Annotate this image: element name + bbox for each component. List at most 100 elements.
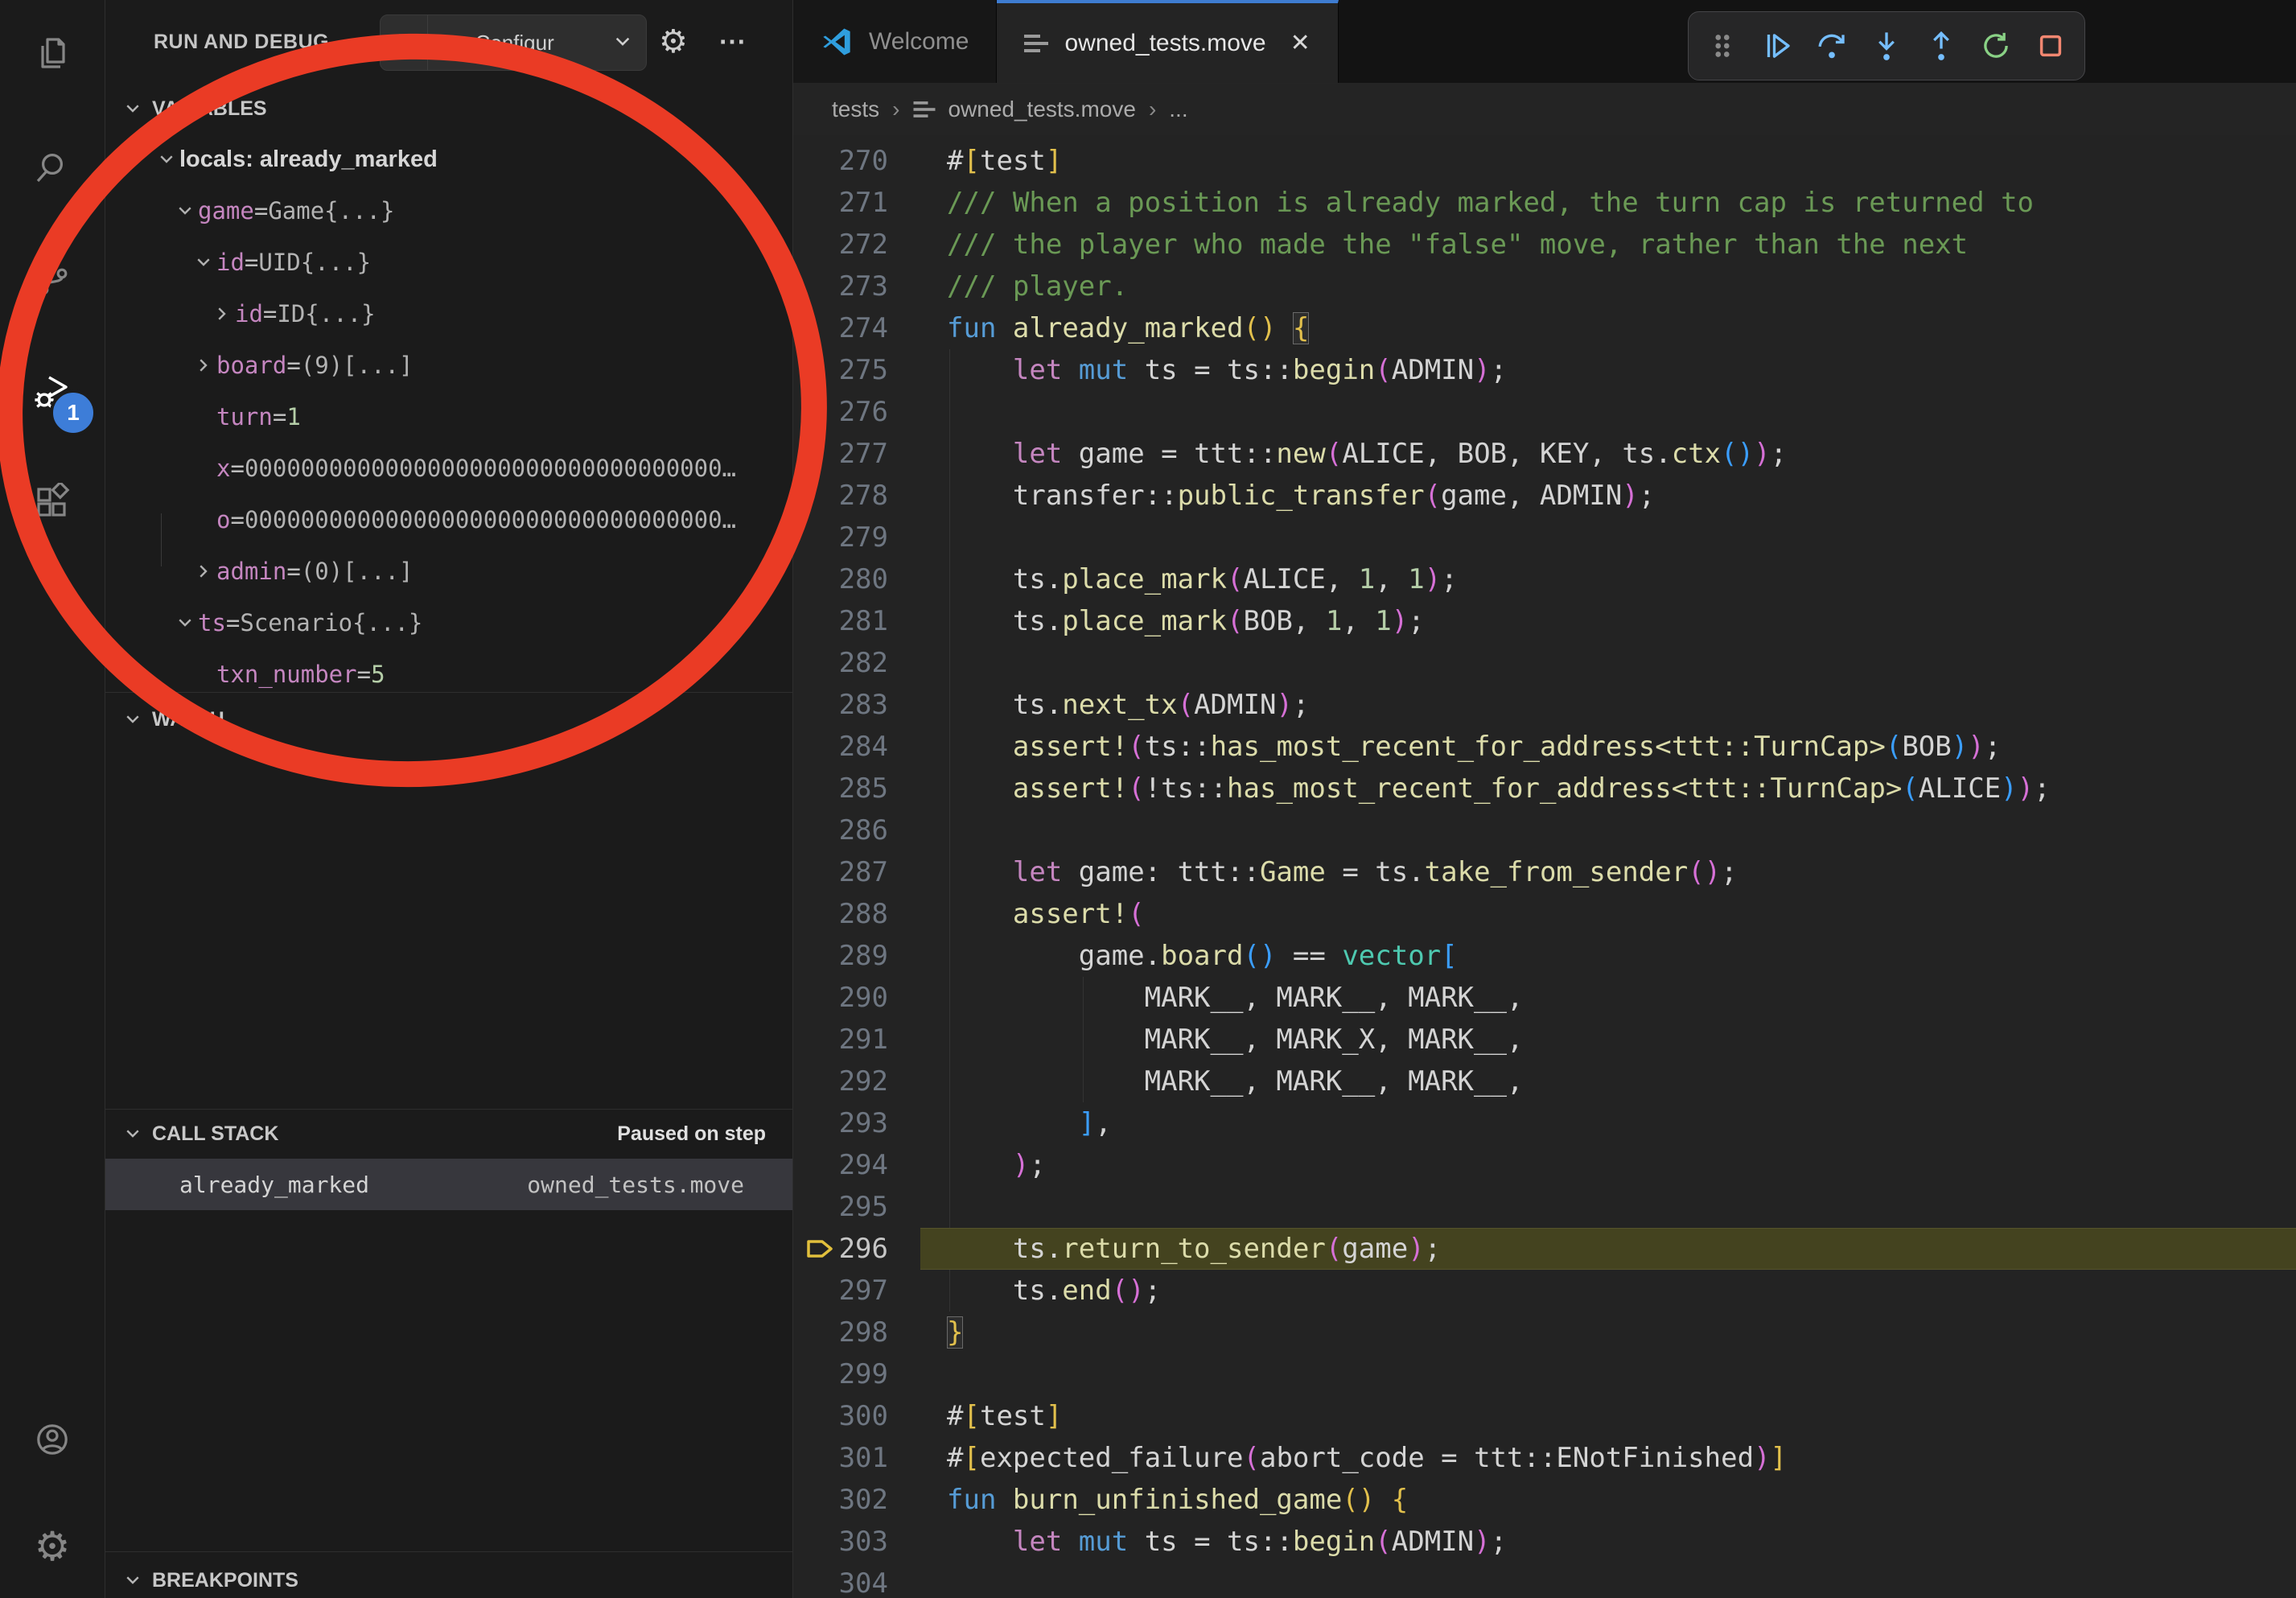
token: ] bbox=[1079, 1107, 1095, 1139]
line-number[interactable]: 294 bbox=[793, 1144, 920, 1186]
line-number[interactable]: 286 bbox=[793, 809, 920, 851]
chevron-down-icon[interactable] bbox=[175, 201, 198, 220]
token: ; bbox=[1029, 1149, 1045, 1181]
code-text: /// When a position is already marked, t… bbox=[920, 182, 2296, 224]
token: next_tx bbox=[1062, 689, 1177, 721]
more-actions-icon[interactable]: ⋯ bbox=[718, 0, 747, 84]
variable-row-board[interactable]: board = (9)[...] bbox=[105, 340, 792, 391]
line-number[interactable]: 296 bbox=[793, 1228, 920, 1270]
line-number[interactable]: 288 bbox=[793, 893, 920, 935]
variables-section-header[interactable]: VARIABLES bbox=[105, 83, 792, 134]
call-stack-frame-row[interactable]: already_marked owned_tests.move bbox=[105, 1159, 792, 1210]
breakpoints-section-header[interactable]: BREAKPOINTS bbox=[105, 1555, 792, 1598]
line-number[interactable]: 277 bbox=[793, 433, 920, 475]
continue-icon[interactable] bbox=[1759, 27, 1796, 64]
line-number[interactable]: 295 bbox=[793, 1186, 920, 1228]
chevron-down-icon[interactable] bbox=[175, 613, 198, 632]
explorer-icon[interactable] bbox=[33, 35, 72, 73]
chevron-right-icon[interactable] bbox=[194, 356, 216, 375]
close-icon[interactable]: ✕ bbox=[1290, 29, 1311, 57]
line-number[interactable]: 292 bbox=[793, 1061, 920, 1102]
line-number[interactable]: 273 bbox=[793, 266, 920, 307]
line-number[interactable]: 299 bbox=[793, 1353, 920, 1395]
line-number[interactable]: 278 bbox=[793, 475, 920, 517]
line-number[interactable]: 302 bbox=[793, 1479, 920, 1521]
line-number[interactable]: 293 bbox=[793, 1102, 920, 1144]
variable-row-locals-already_marked[interactable]: locals: already_marked bbox=[105, 134, 792, 185]
variable-row-id[interactable]: id = UID{...} bbox=[105, 237, 792, 288]
chevron-down-icon[interactable] bbox=[194, 253, 216, 272]
line-number[interactable]: 279 bbox=[793, 517, 920, 558]
variable-value: (0)[...] bbox=[301, 558, 414, 585]
step-into-icon[interactable] bbox=[1868, 27, 1905, 64]
call-stack-section-header[interactable]: CALL STACK Paused on step bbox=[105, 1108, 792, 1159]
extensions-icon[interactable] bbox=[33, 483, 72, 521]
code-line-274: 274fun already_marked() { bbox=[793, 307, 2296, 349]
account-icon[interactable] bbox=[33, 1420, 72, 1459]
line-number[interactable]: 297 bbox=[793, 1270, 920, 1312]
line-number[interactable]: 290 bbox=[793, 977, 920, 1019]
code-text: /// the player who made the "false" move… bbox=[920, 224, 2296, 266]
line-number[interactable]: 276 bbox=[793, 391, 920, 433]
variable-row-turn[interactable]: turn = 1 bbox=[105, 391, 792, 443]
token bbox=[947, 731, 1013, 763]
line-number[interactable]: 291 bbox=[793, 1019, 920, 1061]
chevron-right-icon[interactable] bbox=[194, 562, 216, 581]
variable-row-id[interactable]: id = ID{...} bbox=[105, 288, 792, 340]
equals-sign: = bbox=[273, 403, 286, 430]
line-number[interactable]: 274 bbox=[793, 307, 920, 349]
watch-section-header[interactable]: WATCH bbox=[105, 694, 792, 745]
code-line-298: 298} bbox=[793, 1312, 2296, 1353]
line-number[interactable]: 280 bbox=[793, 558, 920, 600]
variable-row-x[interactable]: x = 0000000000000000000000000000000000… bbox=[105, 443, 792, 494]
line-number[interactable]: 289 bbox=[793, 935, 920, 977]
gear-icon[interactable]: ⚙ bbox=[659, 0, 688, 84]
drag-grip-icon[interactable] bbox=[1704, 27, 1741, 64]
line-number[interactable]: 284 bbox=[793, 726, 920, 768]
code-line-280: 280 ts.place_mark(ALICE, 1, 1); bbox=[793, 558, 2296, 600]
code-editor[interactable]: 270#[test]271/// When a position is alre… bbox=[793, 135, 2296, 1598]
breadcrumb-file[interactable]: owned_tests.move bbox=[948, 97, 1135, 122]
variable-row-o[interactable]: o = 0000000000000000000000000000000000… bbox=[105, 494, 792, 546]
line-number[interactable]: 300 bbox=[793, 1395, 920, 1437]
line-number[interactable]: 270 bbox=[793, 140, 920, 182]
line-number[interactable]: 303 bbox=[793, 1521, 920, 1563]
variable-row-game[interactable]: game = Game{...} bbox=[105, 185, 792, 237]
start-debugging-icon[interactable] bbox=[381, 15, 428, 70]
code-line-293: 293 ], bbox=[793, 1102, 2296, 1144]
debug-config-dropdown[interactable]: No Configur bbox=[380, 14, 647, 71]
line-number[interactable]: 281 bbox=[793, 600, 920, 642]
line-number[interactable]: 301 bbox=[793, 1437, 920, 1479]
code-text: transfer::public_transfer(game, ADMIN); bbox=[920, 475, 2296, 517]
chevron-right-icon[interactable] bbox=[212, 304, 235, 323]
token: place_mark bbox=[1062, 605, 1227, 637]
restart-icon[interactable] bbox=[1977, 27, 2014, 64]
breadcrumb-folder[interactable]: tests bbox=[832, 97, 879, 122]
token: MARK__, MARK__, MARK__, bbox=[947, 1065, 1523, 1098]
variable-row-admin[interactable]: admin = (0)[...] bbox=[105, 546, 792, 597]
line-number[interactable]: 298 bbox=[793, 1312, 920, 1353]
search-icon[interactable] bbox=[33, 149, 72, 187]
stop-icon[interactable] bbox=[2032, 27, 2069, 64]
line-number[interactable]: 282 bbox=[793, 642, 920, 684]
code-line-272: 272/// the player who made the "false" m… bbox=[793, 224, 2296, 266]
chevron-down-icon[interactable] bbox=[157, 150, 179, 169]
line-number[interactable]: 304 bbox=[793, 1563, 920, 1598]
line-number[interactable]: 283 bbox=[793, 684, 920, 726]
breadcrumb-symbol[interactable]: ... bbox=[1169, 97, 1187, 122]
token: ) bbox=[1408, 1233, 1424, 1265]
line-number[interactable]: 287 bbox=[793, 851, 920, 893]
line-number[interactable]: 271 bbox=[793, 182, 920, 224]
token: ) bbox=[1622, 480, 1638, 512]
variable-row-ts[interactable]: ts = Scenario{...} bbox=[105, 597, 792, 649]
code-line-270: 270#[test] bbox=[793, 140, 2296, 182]
source-control-icon[interactable] bbox=[33, 259, 72, 298]
settings-gear-icon[interactable]: ⚙ bbox=[33, 1527, 72, 1566]
tab-owned-tests-move[interactable]: owned_tests.move ✕ bbox=[997, 0, 1338, 83]
line-number[interactable]: 275 bbox=[793, 349, 920, 391]
step-out-icon[interactable] bbox=[1923, 27, 1960, 64]
line-number[interactable]: 285 bbox=[793, 768, 920, 809]
line-number[interactable]: 272 bbox=[793, 224, 920, 266]
step-over-icon[interactable] bbox=[1813, 27, 1850, 64]
tab-welcome[interactable]: Welcome bbox=[793, 0, 997, 83]
